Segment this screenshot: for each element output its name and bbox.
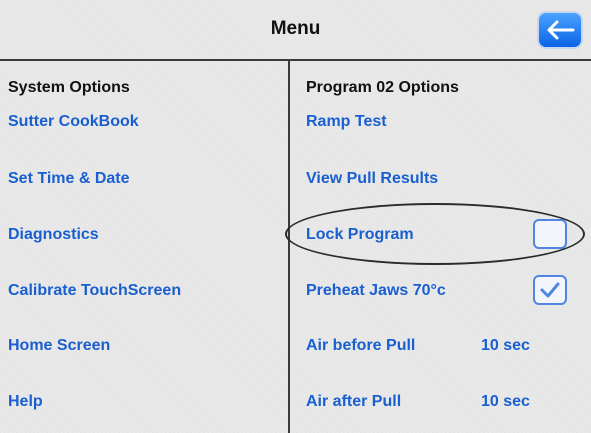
back-arrow-icon xyxy=(547,20,575,40)
page-title: Menu xyxy=(270,18,321,39)
preheat-jaws-checkbox[interactable] xyxy=(533,275,567,305)
back-button[interactable] xyxy=(537,11,583,49)
air-after-pull-value[interactable]: 10 sec xyxy=(481,393,530,411)
air-after-pull-label[interactable]: Air after Pull xyxy=(306,393,401,411)
preheat-jaws-label[interactable]: Preheat Jaws 70°c xyxy=(306,282,446,300)
menu-item-help[interactable]: Help xyxy=(8,393,43,411)
air-before-pull-label[interactable]: Air before Pull xyxy=(306,337,415,355)
menu-item-calibrate-touchscreen[interactable]: Calibrate TouchScreen xyxy=(8,282,181,300)
highlight-oval-annotation xyxy=(285,203,585,265)
checkmark-icon xyxy=(540,282,560,298)
menu-item-sutter-cookbook[interactable]: Sutter CookBook xyxy=(8,113,139,131)
menu-item-view-pull-results[interactable]: View Pull Results xyxy=(306,170,438,188)
program-options-heading: Program 02 Options xyxy=(306,79,459,96)
column-divider xyxy=(288,61,290,433)
air-before-pull-value[interactable]: 10 sec xyxy=(481,337,530,355)
title-bar: Menu xyxy=(0,0,591,61)
system-options-heading: System Options xyxy=(8,79,130,96)
menu-item-home-screen[interactable]: Home Screen xyxy=(8,337,110,355)
menu-item-diagnostics[interactable]: Diagnostics xyxy=(8,226,99,244)
menu-item-ramp-test[interactable]: Ramp Test xyxy=(306,113,387,131)
menu-item-set-time-date[interactable]: Set Time & Date xyxy=(8,170,130,188)
menu-screen: Menu System Options Sutter CookBook Set … xyxy=(0,0,591,433)
